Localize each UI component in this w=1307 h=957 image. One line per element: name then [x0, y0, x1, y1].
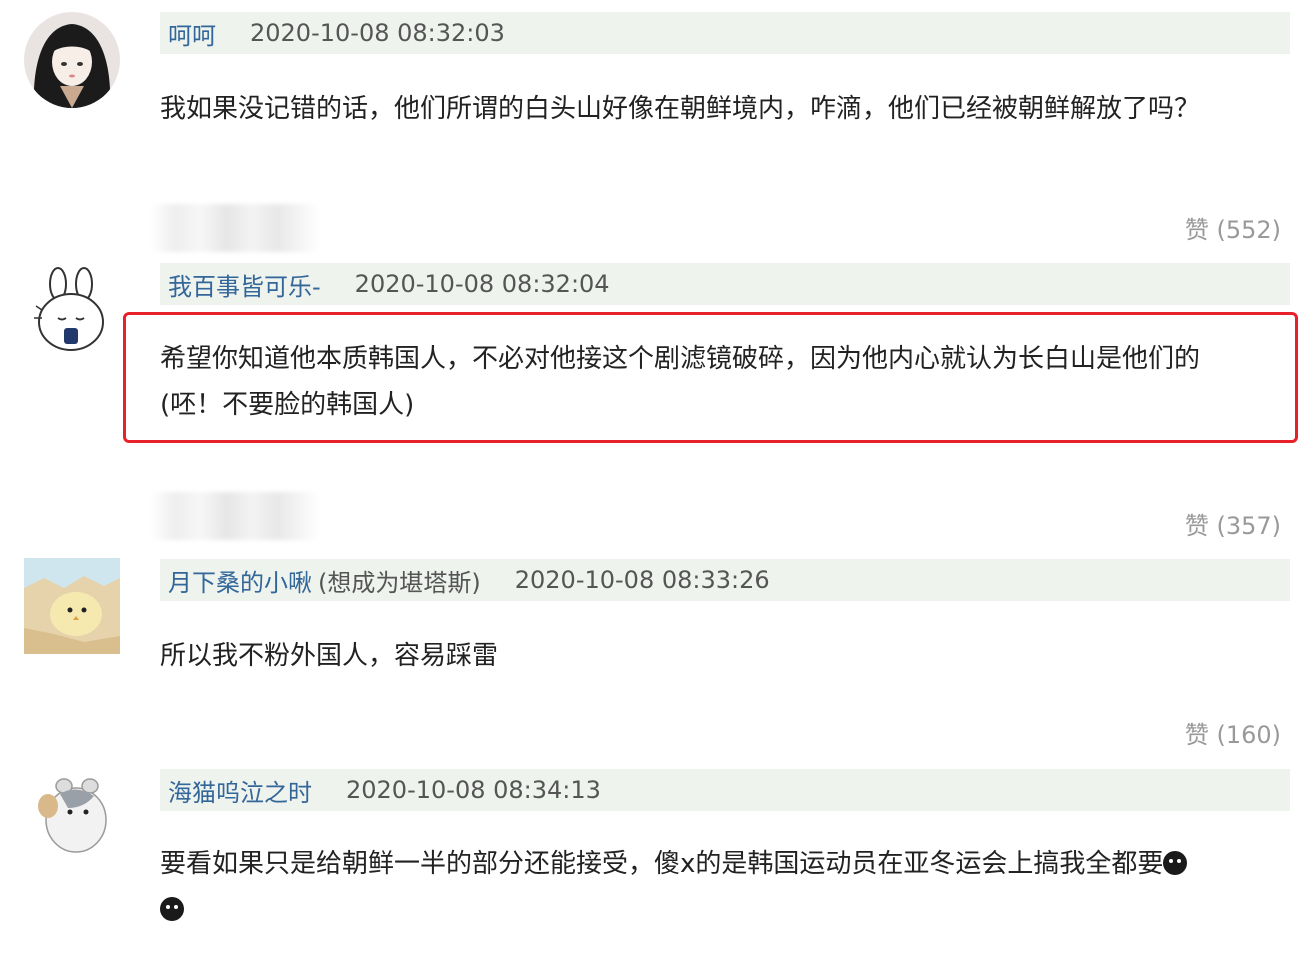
comment-header: 海猫呜泣之时 2020-10-08 08:34:13 — [160, 769, 1290, 811]
comment-text-line: (呸！不要脸的韩国人) — [160, 390, 415, 420]
comment-text: 要看如果只是给朝鲜一半的部分还能接受，傻x的是韩国运动员在亚冬运会上搞我全都要 — [160, 841, 1290, 933]
comment-text: 我如果没记错的话，他们所谓的白头山好像在朝鲜境内，咋滴，他们已经被朝鲜解放了吗？ — [160, 86, 1290, 132]
comment-header: 月下桑的小啾 (想成为堪塔斯) 2020-10-08 08:33:26 — [160, 559, 1290, 601]
avatar[interactable] — [24, 558, 120, 654]
username-link[interactable]: 海猫呜泣之时 — [168, 773, 312, 808]
comment-text: 希望你知道他本质韩国人，不必对他接这个剧滤镜破碎，因为他内心就认为长白山是他们的… — [160, 336, 1290, 428]
username-link[interactable]: 月下桑的小啾 — [168, 563, 312, 598]
like-button[interactable]: 赞 (160) — [1185, 715, 1281, 750]
comment-text: 所以我不粉外国人，容易踩雷 — [160, 633, 1290, 679]
username-link[interactable]: 呵呵 — [168, 16, 216, 51]
blurred-area — [150, 492, 320, 540]
timestamp: 2020-10-08 08:33:26 — [514, 566, 770, 594]
comment-text-line: 我如果没记错的话，他们所谓的白头山好像在朝鲜境内，咋滴，他们已经被朝鲜解放了吗？ — [160, 94, 1201, 124]
avatar[interactable] — [24, 262, 120, 358]
like-button[interactable]: 赞 (552) — [1185, 210, 1281, 245]
blurred-area — [150, 204, 320, 252]
avatar[interactable] — [24, 12, 120, 108]
timestamp: 2020-10-08 08:32:03 — [250, 19, 505, 47]
like-button[interactable]: 赞 (357) — [1185, 506, 1281, 541]
comment-header: 呵呵 2020-10-08 08:32:03 — [160, 12, 1290, 54]
comment-text-line: 要看如果只是给朝鲜一半的部分还能接受，傻x的是韩国运动员在亚冬运会上搞我全都要 — [160, 849, 1164, 879]
username-link[interactable]: 我百事皆可乐- — [168, 267, 321, 302]
timestamp: 2020-10-08 08:34:13 — [346, 776, 601, 804]
timestamp: 2020-10-08 08:32:04 — [354, 270, 610, 298]
dark-face-emoji-icon — [1163, 851, 1188, 875]
comment-header: 我百事皆可乐- 2020-10-08 08:32:04 — [160, 263, 1290, 305]
user-title-tag: (想成为堪塔斯) — [318, 568, 481, 597]
dark-face-emoji-icon — [160, 897, 184, 921]
avatar[interactable] — [24, 768, 120, 864]
comment-text-line: 所以我不粉外国人，容易踩雷 — [160, 641, 499, 671]
comment-text-line: 希望你知道他本质韩国人，不必对他接这个剧滤镜破碎，因为他内心就认为长白山是他们的 — [160, 344, 1201, 374]
